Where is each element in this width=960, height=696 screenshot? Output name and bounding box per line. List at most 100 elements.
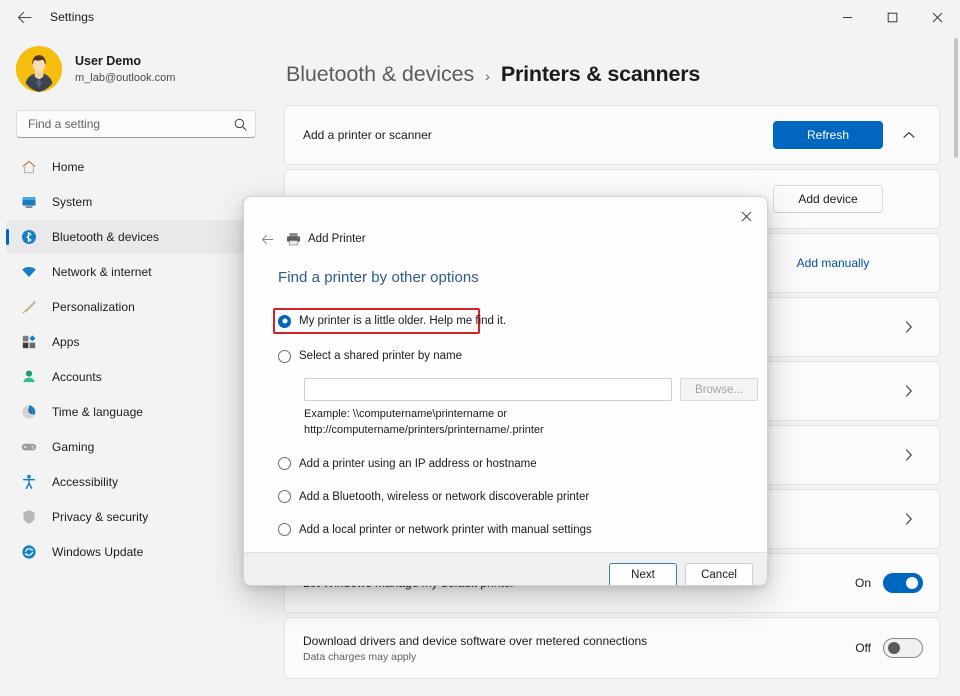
window-title: Settings <box>50 10 94 24</box>
option-shared-printer[interactable]: Select a shared printer by name <box>278 345 767 367</box>
profile-text: User Demo m_lab@outlook.com <box>75 53 175 86</box>
sidebar-item-label: System <box>52 195 92 209</box>
sidebar-item-label: Time & language <box>52 405 143 419</box>
bluetooth-icon <box>18 228 40 246</box>
personalization-icon <box>18 298 40 316</box>
example-line-2: http://computername/printers/printername… <box>304 423 767 439</box>
maximize-icon <box>887 12 898 23</box>
cancel-button[interactable]: Cancel <box>685 563 753 586</box>
sidebar-item-accounts[interactable]: Accounts <box>6 360 266 394</box>
radio-bluetooth-wireless[interactable] <box>278 490 291 503</box>
network-icon <box>18 263 40 281</box>
dialog-footer: Next Cancel <box>244 552 767 586</box>
printer-icon <box>286 232 301 246</box>
radio-shared-printer[interactable] <box>278 350 291 363</box>
back-arrow-icon <box>261 234 274 245</box>
sidebar-item-label: Accounts <box>52 370 102 384</box>
sidebar: User Demo m_lab@outlook.com <box>0 34 272 696</box>
option-label: My printer is a little older. Help me fi… <box>299 315 506 327</box>
metered-text-block: Download drivers and device software ove… <box>303 634 647 663</box>
profile-block[interactable]: User Demo m_lab@outlook.com <box>0 34 272 104</box>
minimize-icon <box>842 12 853 23</box>
close-icon <box>932 12 943 23</box>
option-label: Add a printer using an IP address or hos… <box>299 458 537 470</box>
accounts-icon <box>18 368 40 386</box>
dialog-close-button[interactable] <box>729 201 763 231</box>
sidebar-item-network-internet[interactable]: Network & internet <box>6 255 266 289</box>
privacy-icon <box>18 508 40 526</box>
option-bluetooth-wireless[interactable]: Add a Bluetooth, wireless or network dis… <box>278 486 767 508</box>
sidebar-item-gaming[interactable]: Gaming <box>6 430 266 464</box>
toggle-knob <box>906 577 918 589</box>
breadcrumb-parent[interactable]: Bluetooth & devices <box>286 62 474 87</box>
sidebar-item-bluetooth-devices[interactable]: Bluetooth & devices <box>6 220 266 254</box>
add-printer-label: Add a printer or scanner <box>303 128 432 142</box>
back-button[interactable] <box>8 1 40 33</box>
sidebar-item-privacy-security[interactable]: Privacy & security <box>6 500 266 534</box>
avatar-illustration-icon <box>16 46 62 92</box>
back-arrow-icon <box>17 11 32 24</box>
home-icon <box>18 158 40 176</box>
option-label: Select a shared printer by name <box>299 350 462 362</box>
option-label: Add a local printer or network printer w… <box>299 524 592 536</box>
option-older-printer[interactable]: My printer is a little older. Help me fi… <box>273 308 480 334</box>
option-label: Add a Bluetooth, wireless or network dis… <box>299 491 589 503</box>
search-box[interactable] <box>16 110 256 138</box>
radio-ip-address[interactable] <box>278 457 291 470</box>
option-ip-address[interactable]: Add a printer using an IP address or hos… <box>278 453 767 475</box>
dialog-header: Add Printer <box>244 197 767 251</box>
add-printer-or-scanner-row: Add a printer or scanner Refresh <box>284 105 940 165</box>
dialog-heading: Find a printer by other options <box>278 251 767 286</box>
refresh-button[interactable]: Refresh <box>773 121 883 149</box>
time-icon <box>18 403 40 421</box>
browse-button[interactable]: Browse... <box>680 378 758 401</box>
shared-printer-name-input[interactable] <box>304 378 672 401</box>
sidebar-nav: Home System Bluetooth & devices <box>0 148 272 569</box>
sidebar-item-label: Windows Update <box>52 545 143 559</box>
default-printer-state: On <box>855 576 871 590</box>
sidebar-item-personalization[interactable]: Personalization <box>6 290 266 324</box>
radio-older-printer[interactable] <box>278 315 291 328</box>
search-input[interactable] <box>28 117 234 131</box>
sidebar-item-apps[interactable]: Apps <box>6 325 266 359</box>
sidebar-item-home[interactable]: Home <box>6 150 266 184</box>
close-button[interactable] <box>915 0 960 34</box>
sidebar-item-label: Bluetooth & devices <box>52 230 159 244</box>
add-device-button[interactable]: Add device <box>773 185 883 213</box>
sidebar-item-system[interactable]: System <box>6 185 266 219</box>
sidebar-item-time-language[interactable]: Time & language <box>6 395 266 429</box>
default-printer-toggle[interactable] <box>883 573 923 593</box>
metered-toggle[interactable] <box>883 638 923 658</box>
metered-connections-row: Download drivers and device software ove… <box>284 617 940 679</box>
close-icon <box>741 211 752 222</box>
system-icon <box>18 193 40 211</box>
maximize-button[interactable] <box>870 0 915 34</box>
sidebar-item-label: Apps <box>52 335 80 349</box>
sidebar-item-label: Network & internet <box>52 265 152 279</box>
next-button[interactable]: Next <box>609 563 677 586</box>
chevron-right-icon <box>895 513 923 525</box>
minimize-button[interactable] <box>825 0 870 34</box>
update-icon <box>18 543 40 561</box>
dialog-title: Add Printer <box>308 233 366 245</box>
chevron-up-icon[interactable] <box>895 131 923 139</box>
add-manually-link[interactable]: Add manually <box>783 250 883 276</box>
metered-toggle-wrap: Off <box>855 638 923 658</box>
window-body: User Demo m_lab@outlook.com <box>0 34 960 696</box>
dialog-body: Find a printer by other options My print… <box>244 251 767 552</box>
chevron-right-icon <box>895 321 923 333</box>
main-scrollbar[interactable] <box>954 38 958 692</box>
sidebar-item-accessibility[interactable]: Accessibility <box>6 465 266 499</box>
settings-window: Settings <box>0 0 960 696</box>
metered-state: Off <box>855 641 871 655</box>
option-local-printer[interactable]: Add a local printer or network printer w… <box>278 519 767 541</box>
sidebar-item-label: Home <box>52 160 84 174</box>
dialog-back-button[interactable] <box>254 234 280 245</box>
sidebar-item-windows-update[interactable]: Windows Update <box>6 535 266 569</box>
sidebar-item-label: Personalization <box>52 300 135 314</box>
shared-printer-example: Example: \\computername\printername or h… <box>304 407 767 439</box>
radio-local-printer[interactable] <box>278 523 291 536</box>
toggle-knob <box>888 642 900 654</box>
scrollbar-thumb[interactable] <box>954 38 958 158</box>
metered-label: Download drivers and device software ove… <box>303 634 647 648</box>
